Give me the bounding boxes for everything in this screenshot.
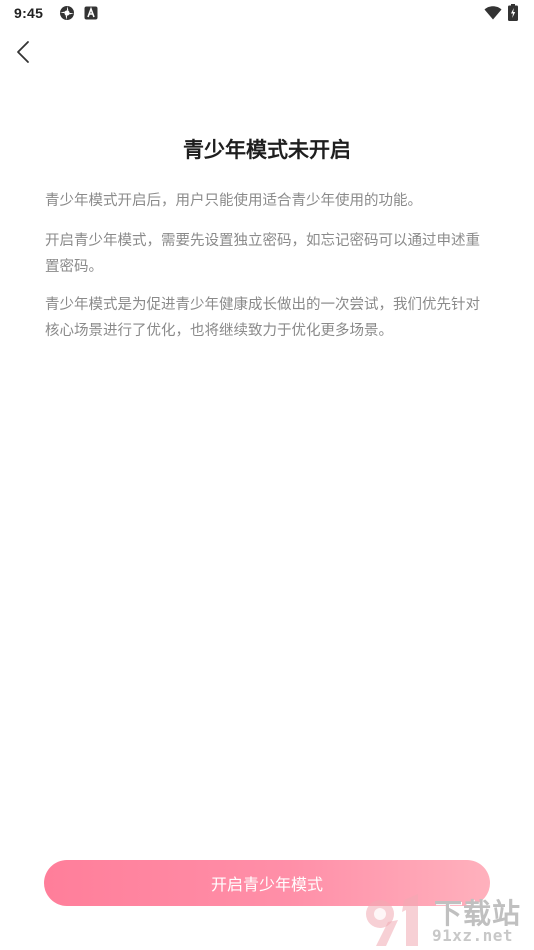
a-badge-icon (84, 6, 98, 20)
page-title: 青少年模式未开启 (183, 138, 351, 162)
watermark-domain: 91xz.net (432, 926, 514, 945)
settings-app-icon (60, 6, 74, 20)
description-paragraph-3: 青少年模式是为促进青少年健康成长做出的一次尝试，我们优先针对核心场景进行了优化，… (45, 297, 480, 339)
teen-mode-screen: 9:45 青少年模式未开启 青少年模式开启后，用户只能使用适合青少年使用的功能。… (0, 0, 534, 950)
battery-charging-icon (508, 4, 518, 21)
status-time: 9:45 (14, 5, 44, 21)
back-button[interactable] (8, 36, 40, 68)
description-paragraph-1: 青少年模式开启后，用户只能使用适合青少年使用的功能。 (45, 193, 422, 209)
wifi-icon (484, 6, 502, 20)
description-paragraph-2: 开启青少年模式，需要先设置独立密码，如忘记密码可以通过申述重置密码。 (45, 233, 480, 275)
enable-teen-mode-button[interactable]: 开启青少年模式 (44, 860, 490, 906)
status-bar: 9:45 (0, 0, 534, 28)
chevron-left-icon (17, 41, 29, 63)
